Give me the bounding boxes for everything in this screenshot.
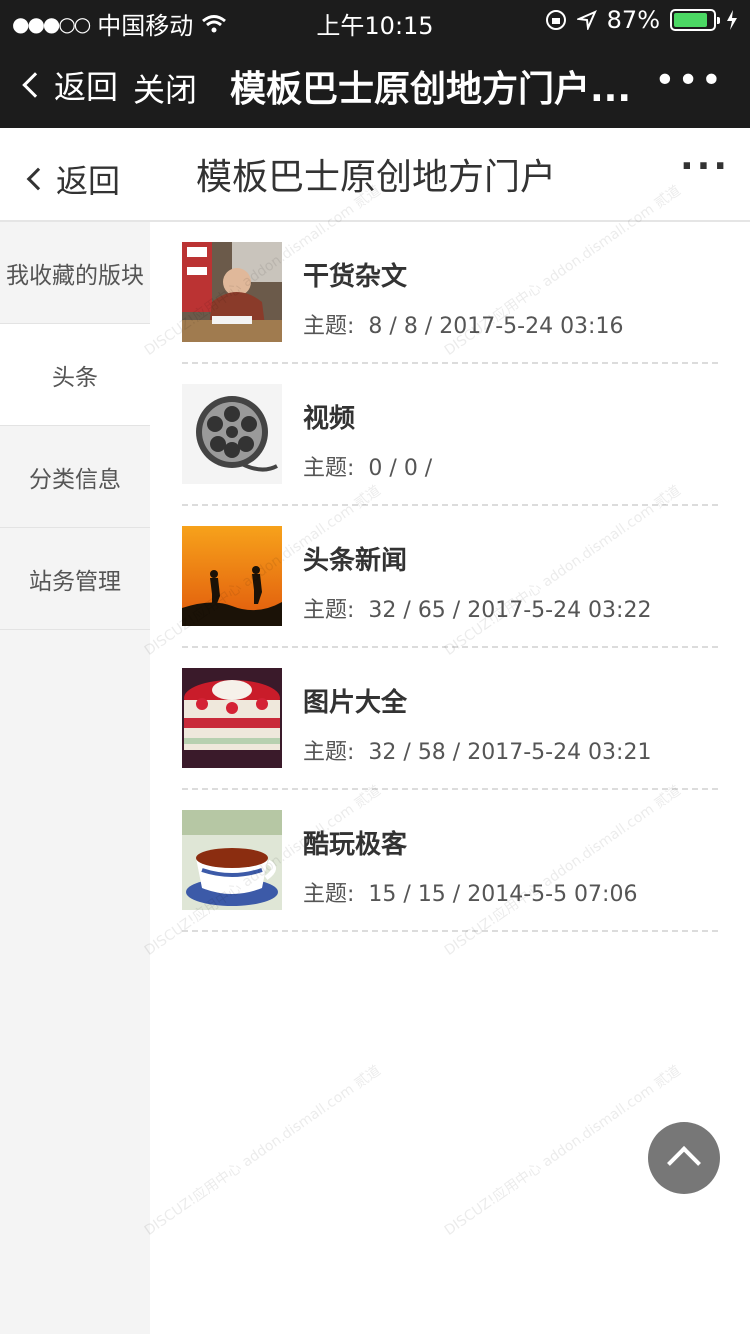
forum-name: 干货杂文	[303, 262, 408, 292]
strawberry-cake-thumbnail	[182, 668, 282, 768]
status-bar: ●●●○○ 中国移动 上午10:15 87%	[0, 0, 750, 40]
tea-cup-thumbnail	[182, 810, 282, 910]
sidebar-item-classifieds[interactable]: 分类信息	[0, 426, 150, 528]
office-photo-thumbnail	[182, 242, 282, 342]
forum-name: 视频	[303, 404, 356, 434]
page-header: 返回 模板巴士原创地方门户 ···	[0, 128, 750, 222]
forum-name: 头条新闻	[303, 546, 408, 576]
watermark: DISCUZ!应用中心 addon.dismall.com 贰道	[141, 1062, 384, 1239]
back-button[interactable]: 返回	[22, 156, 120, 202]
forum-name: 图片大全	[303, 688, 408, 718]
wechat-more-button[interactable]: •••	[654, 60, 724, 101]
wechat-close-button[interactable]: 关闭	[133, 65, 197, 111]
forum-stats: 主题: 15 / 15 / 2014-5-5 07:06	[303, 882, 638, 907]
battery-icon	[670, 9, 720, 31]
hikers-sunset-thumbnail	[182, 526, 282, 626]
sidebar-item-favorites[interactable]: 我收藏的版块	[0, 222, 150, 324]
list-item[interactable]: 视频 主题: 0 / 0 /	[182, 364, 718, 506]
forum-stats: 主题: 32 / 58 / 2017-5-24 03:21	[303, 740, 652, 765]
forum-stats: 主题: 0 / 0 /	[303, 456, 433, 481]
wechat-title: 模板巴士原创地方门户...	[230, 69, 632, 110]
forum-stats: 主题: 32 / 65 / 2017-5-24 03:22	[303, 598, 652, 623]
chevron-left-icon	[22, 72, 48, 98]
rotation-lock-icon	[545, 10, 566, 30]
list-item[interactable]: 头条新闻 主题: 32 / 65 / 2017-5-24 03:22	[182, 506, 718, 648]
wechat-back-label: 返回	[54, 68, 119, 106]
forum-stats: 主题: 8 / 8 / 2017-5-24 03:16	[303, 314, 624, 339]
list-item[interactable]: 干货杂文 主题: 8 / 8 / 2017-5-24 03:16	[182, 222, 718, 364]
sidebar-item-headlines[interactable]: 头条	[0, 324, 150, 426]
list-item[interactable]: 酷玩极客 主题: 15 / 15 / 2014-5-5 07:06	[182, 790, 718, 932]
location-icon	[576, 10, 597, 30]
battery-percent: 87%	[606, 6, 660, 34]
forum-list: 干货杂文 主题: 8 / 8 / 2017-5-24 03:16 视频 主题: 0	[182, 222, 718, 932]
back-label: 返回	[56, 162, 121, 200]
charging-icon	[727, 10, 737, 30]
category-sidebar: 我收藏的版块 头条 分类信息 站务管理	[0, 222, 150, 1334]
wechat-nav-bar: 返回 关闭 模板巴士原创地方门户... •••	[0, 40, 750, 128]
list-item[interactable]: 图片大全 主题: 32 / 58 / 2017-5-24 03:21	[182, 648, 718, 790]
film-reel-thumbnail	[182, 384, 282, 484]
page-title: 模板巴士原创地方门户	[196, 157, 557, 198]
forum-name: 酷玩极客	[303, 830, 408, 860]
chevron-left-icon	[26, 167, 50, 191]
sidebar-item-site-admin[interactable]: 站务管理	[0, 528, 150, 630]
chevron-up-icon	[667, 1146, 701, 1180]
back-to-top-button[interactable]	[648, 1122, 720, 1194]
wechat-back-button[interactable]: 返回	[18, 62, 118, 108]
more-menu-button[interactable]: ···	[680, 146, 730, 187]
